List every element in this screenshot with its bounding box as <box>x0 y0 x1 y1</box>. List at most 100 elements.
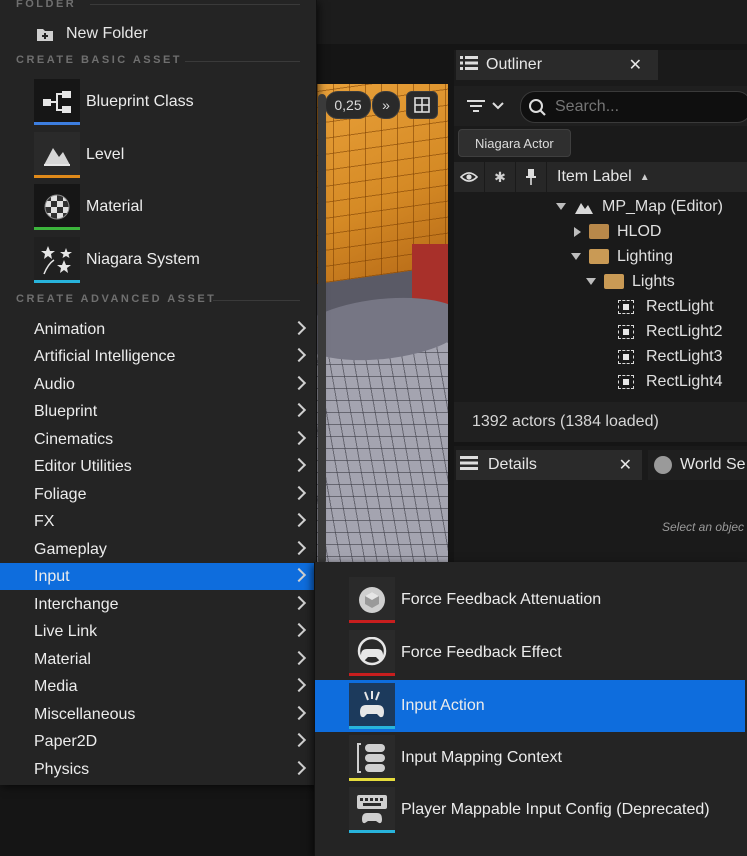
chevron-right-icon <box>291 595 307 611</box>
close-icon[interactable]: ✕ <box>629 55 642 75</box>
tree-row-label: MP_Map (Editor) <box>602 197 723 215</box>
section-header-advanced: CREATE ADVANCED ASSET <box>16 293 217 305</box>
chevron-right-icon <box>291 622 307 638</box>
star-column-icon[interactable]: ✱ <box>485 162 516 192</box>
tree-row-map[interactable]: MP_Map (Editor) <box>556 194 723 219</box>
menu-item-force-feedback-effect[interactable]: Force Feedback Effect <box>315 627 745 679</box>
menu-item-artificial-intelligence[interactable]: Artificial Intelligence <box>0 343 316 370</box>
pin-column-icon[interactable] <box>516 162 547 192</box>
asset-type-color-bar <box>349 778 395 781</box>
menu-item-cinematics[interactable]: Cinematics <box>0 426 316 453</box>
cube-sphere-icon <box>359 587 385 613</box>
menu-item-foliage[interactable]: Foliage <box>0 481 316 508</box>
tree-row-label: HLOD <box>617 222 662 240</box>
viewport-more-icon[interactable]: » <box>372 91 400 119</box>
folder-open-icon <box>604 274 624 289</box>
input-mapping-context-thumbnail <box>349 735 395 781</box>
menu-item-paper2d[interactable]: Paper2D <box>0 728 316 755</box>
menu-scrollbar[interactable] <box>318 94 326 564</box>
tree-row-hlod[interactable]: HLOD <box>574 219 661 244</box>
tree-row-label: RectLight2 <box>646 322 723 340</box>
expand-arrow-icon[interactable] <box>574 226 581 237</box>
tree-row-lights[interactable]: Lights <box>586 269 675 294</box>
menu-item-label: Media <box>34 677 78 695</box>
section-header-folder: FOLDER <box>16 0 77 10</box>
new-folder-label: New Folder <box>66 25 148 42</box>
menu-item-level[interactable]: Level <box>34 130 124 180</box>
tab-outliner[interactable]: Outliner ✕ <box>456 50 658 80</box>
close-icon[interactable]: ✕ <box>619 455 632 475</box>
menu-item-physics[interactable]: Physics <box>0 756 316 783</box>
filter-button[interactable] <box>460 92 518 120</box>
menu-item-editor-utilities[interactable]: Editor Utilities <box>0 453 316 480</box>
viewport-floor <box>317 329 448 564</box>
keyboard-gamepad-icon <box>357 795 387 824</box>
tab-details[interactable]: Details ✕ <box>456 450 642 480</box>
menu-item-animation[interactable]: Animation <box>0 316 316 343</box>
menu-item-audio[interactable]: Audio <box>0 371 316 398</box>
rect-light-icon <box>618 299 634 314</box>
menu-item-input-action[interactable]: Input Action <box>315 680 745 732</box>
menu-item-live-link[interactable]: Live Link <box>0 618 316 645</box>
item-label-column[interactable]: Item Label <box>557 168 632 186</box>
camera-speed-button[interactable]: 0,25 <box>325 91 371 119</box>
menu-item-label: FX <box>34 512 55 530</box>
search-icon <box>529 99 546 116</box>
menu-item-fx[interactable]: FX <box>0 508 316 535</box>
tree-row-lighting[interactable]: Lighting <box>571 244 673 269</box>
menu-item-input-mapping-context[interactable]: Input Mapping Context <box>315 732 745 784</box>
tree-row-label: Lights <box>632 272 675 290</box>
blueprint-class-icon <box>43 91 71 113</box>
menu-item-label: Player Mappable Input Config (Deprecated… <box>401 801 710 818</box>
visibility-column-icon[interactable] <box>454 162 485 192</box>
menu-item-material-category[interactable]: Material <box>0 646 316 673</box>
menu-item-label: Input Action <box>401 697 485 714</box>
viewport-layout-icon[interactable] <box>406 91 438 119</box>
expand-arrow-icon[interactable] <box>571 253 581 260</box>
level-icon <box>44 148 70 166</box>
expand-arrow-icon[interactable] <box>586 278 596 285</box>
menu-item-label: Gameplay <box>34 540 107 558</box>
input-action-thumbnail <box>349 683 395 729</box>
material-sphere-icon <box>44 194 70 220</box>
menu-item-material[interactable]: Material <box>34 182 143 232</box>
menu-item-gameplay[interactable]: Gameplay <box>0 536 316 563</box>
tree-row-label: RectLight3 <box>646 347 723 365</box>
menu-item-label: Cinematics <box>34 430 114 448</box>
level-viewport[interactable] <box>317 84 448 564</box>
chevron-right-icon <box>291 732 307 748</box>
sort-ascending-icon: ▲ <box>639 171 650 183</box>
filter-chip[interactable]: Niagara Actor <box>458 129 571 157</box>
menu-item-interchange[interactable]: Interchange <box>0 591 316 618</box>
expand-arrow-icon[interactable] <box>556 203 566 210</box>
menu-item-input[interactable]: Input <box>0 563 316 590</box>
menu-item-media[interactable]: Media <box>0 673 316 700</box>
divider <box>213 300 300 301</box>
tab-world-settings[interactable]: World Se <box>648 450 747 480</box>
globe-icon <box>654 456 672 474</box>
tree-row-label: RectLight4 <box>646 372 723 390</box>
menu-item-blueprint[interactable]: Blueprint <box>0 398 316 425</box>
tree-row-rectlight[interactable]: RectLight <box>618 294 714 319</box>
tree-row-label: Lighting <box>617 247 674 265</box>
menu-item-label: Blueprint <box>34 402 98 420</box>
menu-item-label: Force Feedback Attenuation <box>401 591 602 608</box>
menu-item-label: Physics <box>34 760 90 778</box>
menu-item-force-feedback-attenuation[interactable]: Force Feedback Attenuation <box>315 574 745 626</box>
menu-item-niagara-system[interactable]: Niagara System <box>34 235 200 285</box>
rect-light-icon <box>618 324 634 339</box>
tree-row-rectlight4[interactable]: RectLight4 <box>618 369 723 394</box>
menu-item-miscellaneous[interactable]: Miscellaneous <box>0 701 316 728</box>
tree-row-rectlight3[interactable]: RectLight3 <box>618 344 723 369</box>
new-folder-menu-item[interactable]: New Folder <box>8 21 308 47</box>
menu-item-label: Animation <box>34 320 106 338</box>
search-input[interactable] <box>553 97 737 117</box>
chevron-right-icon <box>291 540 307 556</box>
input-submenu: Force Feedback Attenuation Force Feedbac… <box>314 562 747 856</box>
player-mappable-input-config-thumbnail <box>349 787 395 833</box>
tree-row-rectlight2[interactable]: RectLight2 <box>618 319 723 344</box>
outliner-search[interactable] <box>520 91 747 123</box>
divider <box>185 61 300 62</box>
menu-item-blueprint-class[interactable]: Blueprint Class <box>34 77 194 127</box>
menu-item-player-mappable-input-config[interactable]: Player Mappable Input Config (Deprecated… <box>315 784 745 836</box>
